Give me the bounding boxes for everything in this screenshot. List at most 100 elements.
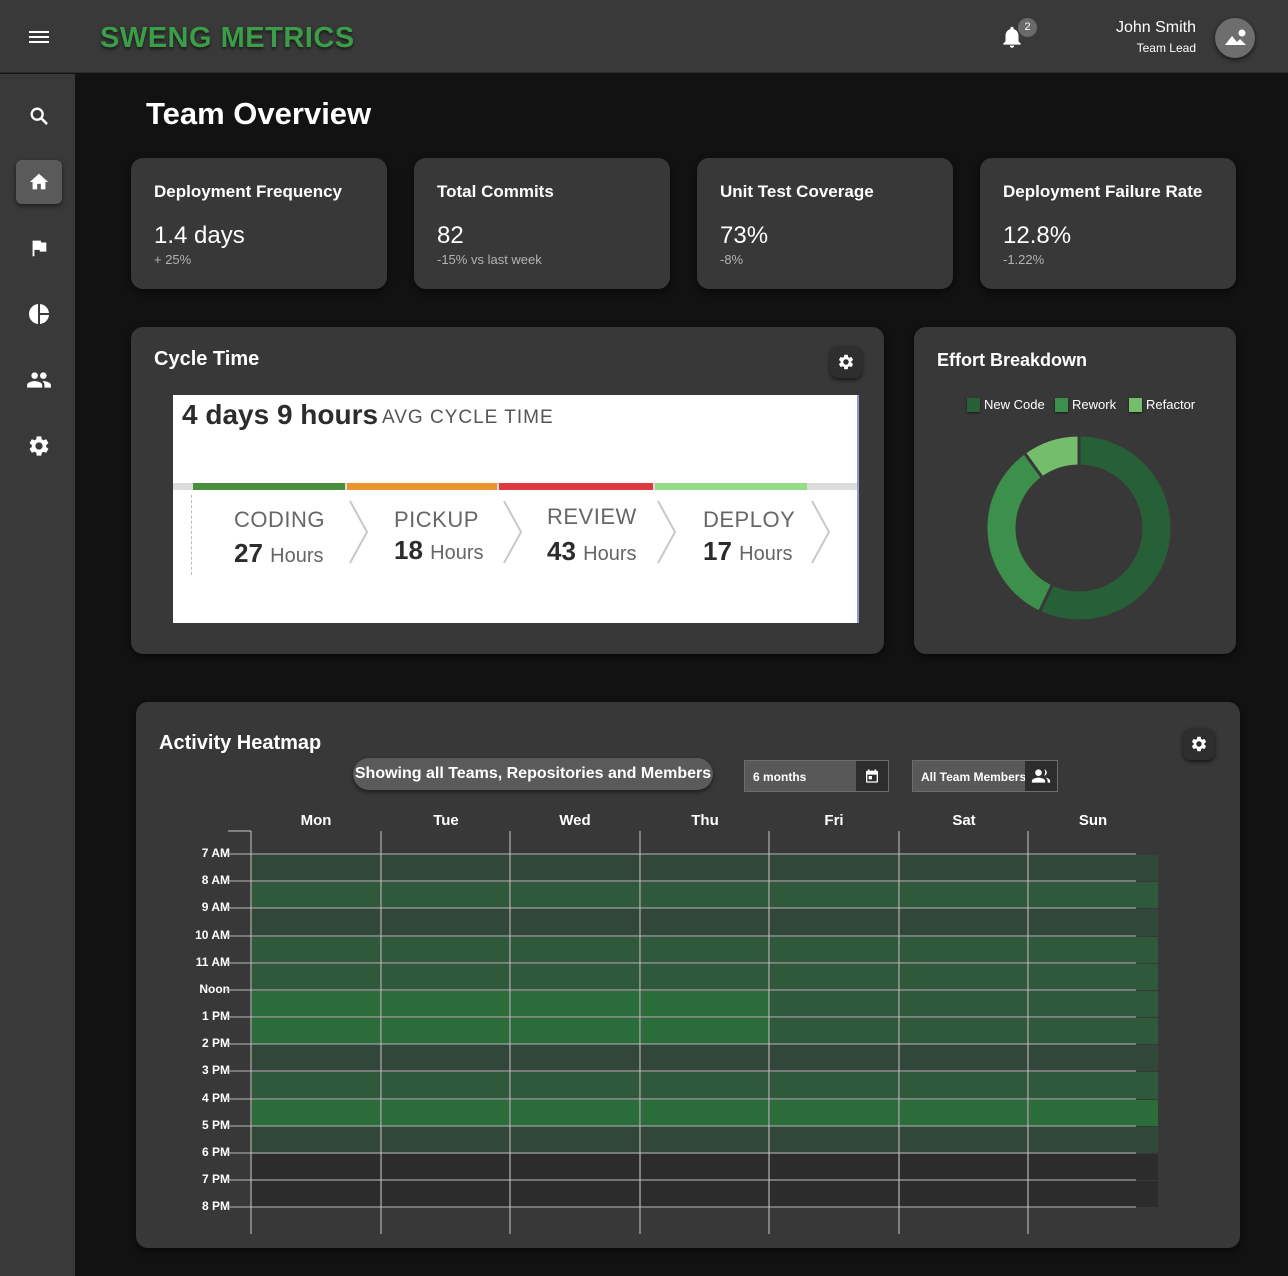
heatmap-cell[interactable] [641,909,769,936]
heatmap-cell[interactable] [252,1072,381,1099]
heatmap-cell[interactable] [252,991,381,1017]
kpi-card-deployment-frequency[interactable]: Deployment Frequency 1.4 days + 25% [131,158,387,289]
heatmap-cell[interactable] [252,1127,381,1153]
heatmap-cell[interactable] [641,1072,769,1099]
heatmap-cell[interactable] [641,1154,769,1180]
legend-item-rework[interactable]: Rework [1055,397,1116,412]
heatmap-cell[interactable] [252,964,381,990]
heatmap-cell[interactable] [382,1100,510,1126]
heatmap-cell[interactable] [770,991,899,1017]
heatmap-cell[interactable] [770,1181,899,1207]
heatmap-cell[interactable] [252,937,381,963]
heatmap-cell[interactable] [382,1018,510,1044]
heatmap-cell[interactable] [641,964,769,990]
cycle-time-settings-button[interactable] [830,346,862,378]
heatmap-cell[interactable] [641,1100,769,1126]
heatmap-cell[interactable] [382,1127,510,1153]
heatmap-cell[interactable] [511,1045,640,1071]
heatmap-cell[interactable] [382,1154,510,1180]
heatmap-cell[interactable] [641,1045,769,1071]
heatmap-cell[interactable] [900,1127,1028,1153]
heatmap-cell[interactable] [1029,1127,1158,1153]
sidebar-item-flag[interactable] [16,226,62,270]
heatmap-cell[interactable] [382,882,510,908]
sidebar-item-settings[interactable] [16,424,62,468]
heatmap-cell[interactable] [511,991,640,1017]
heatmap-cell[interactable] [900,1100,1028,1126]
kpi-card-unit-test-coverage[interactable]: Unit Test Coverage 73% -8% [697,158,953,289]
heatmap-cell[interactable] [770,1154,899,1180]
time-range-select[interactable]: 6 months [744,760,889,792]
heatmap-cell[interactable] [1029,991,1158,1017]
heatmap-cell[interactable] [1029,1045,1158,1071]
heatmap-cell[interactable] [511,964,640,990]
sidebar-item-home[interactable] [16,160,62,204]
heatmap-cell[interactable] [641,937,769,963]
heatmap-cell[interactable] [900,1018,1028,1044]
avatar[interactable] [1215,18,1255,58]
heatmap-cell[interactable] [770,1072,899,1099]
legend-item-new-code[interactable]: New Code [967,397,1045,412]
heatmap-cell[interactable] [1029,937,1158,963]
heatmap-cell[interactable] [1029,1100,1158,1126]
heatmap-cell[interactable] [1029,964,1158,990]
heatmap-cell[interactable] [641,991,769,1017]
heatmap-cell[interactable] [382,964,510,990]
heatmap-cell[interactable] [641,882,769,908]
heatmap-cell[interactable] [900,909,1028,936]
heatmap-cell[interactable] [1029,1018,1158,1044]
heatmap-cell[interactable] [382,1181,510,1207]
heatmap-cell[interactable] [770,1127,899,1153]
heatmap-cell[interactable] [770,855,899,881]
heatmap-cell[interactable] [900,882,1028,908]
heatmap-cell[interactable] [252,882,381,908]
heatmap-cell[interactable] [770,1100,899,1126]
heatmap-cell[interactable] [252,1181,381,1207]
heatmap-cell[interactable] [900,855,1028,881]
heatmap-cell[interactable] [641,855,769,881]
heatmap-cell[interactable] [900,991,1028,1017]
sidebar-item-search[interactable] [16,94,62,138]
heatmap-cell[interactable] [770,909,899,936]
heatmap-cell[interactable] [252,1100,381,1126]
heatmap-cell[interactable] [1029,882,1158,908]
heatmap-cell[interactable] [252,1154,381,1180]
kpi-card-total-commits[interactable]: Total Commits 82 -15% vs last week [414,158,670,289]
heatmap-cell[interactable] [511,1072,640,1099]
heatmap-cell[interactable] [511,882,640,908]
heatmap-cell[interactable] [641,1181,769,1207]
sidebar-item-analytics[interactable] [16,292,62,336]
heatmap-cell[interactable] [511,1100,640,1126]
heatmap-cell[interactable] [382,1072,510,1099]
heatmap-cell[interactable] [1029,855,1158,881]
sidebar-item-team[interactable] [16,358,62,402]
heatmap-cell[interactable] [382,855,510,881]
heatmap-cell[interactable] [252,909,381,936]
heatmap-cell[interactable] [770,937,899,963]
heatmap-cell[interactable] [511,1154,640,1180]
menu-icon[interactable] [24,24,54,50]
heatmap-cell[interactable] [1029,909,1158,936]
legend-item-refactor[interactable]: Refactor [1129,397,1195,412]
team-members-select[interactable]: All Team Members [912,760,1058,792]
heatmap-cell[interactable] [900,1154,1028,1180]
heatmap-cell[interactable] [252,1045,381,1071]
heatmap-cell[interactable] [900,964,1028,990]
heatmap-settings-button[interactable] [1183,728,1215,760]
heatmap-cell[interactable] [382,937,510,963]
heatmap-cell[interactable] [900,1072,1028,1099]
heatmap-cell[interactable] [900,1181,1028,1207]
heatmap-cell[interactable] [770,1018,899,1044]
heatmap-cell[interactable] [641,1018,769,1044]
heatmap-cell[interactable] [382,991,510,1017]
heatmap-cell[interactable] [770,964,899,990]
heatmap-cell[interactable] [252,855,381,881]
heatmap-cell[interactable] [1029,1181,1158,1207]
heatmap-cell[interactable] [1029,1154,1158,1180]
kpi-card-deployment-failure-rate[interactable]: Deployment Failure Rate 12.8% -1.22% [980,158,1236,289]
heatmap-cell[interactable] [511,1127,640,1153]
heatmap-filter-pill[interactable]: Showing all Teams, Repositories and Memb… [353,758,713,790]
heatmap-cell[interactable] [770,882,899,908]
heatmap-cell[interactable] [511,855,640,881]
heatmap-cell[interactable] [511,1018,640,1044]
